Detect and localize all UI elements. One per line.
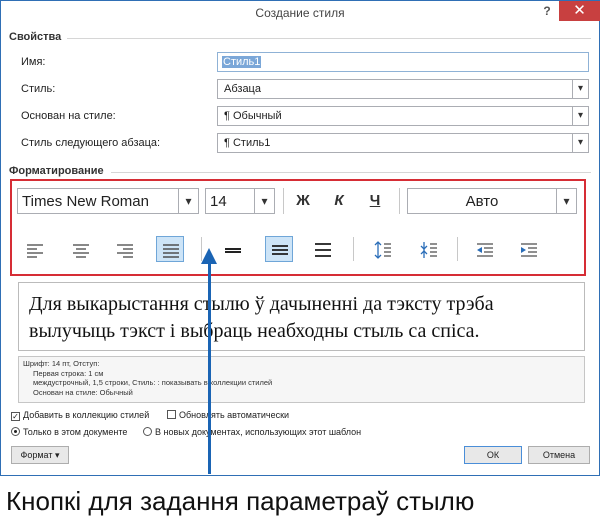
description-line: Первая строка: 1 см <box>33 368 104 378</box>
chevron-down-icon[interactable]: ▾ <box>178 189 198 213</box>
font-color-value: Авто <box>465 193 499 210</box>
font-value: Times New Roman <box>22 193 149 210</box>
create-style-dialog: Создание стиля ? ✕ Свойства Имя: Стиль1 … <box>0 0 600 476</box>
annotation-arrow-icon <box>201 248 217 264</box>
name-field[interactable]: Стиль1 <box>217 52 589 72</box>
toolbar-separator <box>399 188 400 214</box>
font-color-select[interactable]: Авто ▾ <box>407 188 577 214</box>
radio-selected-icon[interactable] <box>11 427 20 436</box>
font-size-value: 14 <box>210 193 227 210</box>
auto-update-label: Обновлять автоматически <box>179 410 290 420</box>
underline-button[interactable]: Ч <box>361 188 389 214</box>
toolbar-separator <box>283 188 284 214</box>
add-to-gallery-option[interactable]: ✓ Добавить в коллекцию стилей <box>11 410 149 421</box>
new-documents-option[interactable]: В новых документах, использующих этот ша… <box>143 427 361 437</box>
chevron-down-icon[interactable]: ▾ <box>572 134 588 152</box>
single-spacing-icon <box>225 248 241 253</box>
properties-section-title: Свойства <box>9 31 62 43</box>
font-size-select[interactable]: 14 ▾ <box>205 188 275 214</box>
chevron-down-icon[interactable]: ▾ <box>572 107 588 125</box>
formatting-divider <box>111 172 591 173</box>
font-select[interactable]: Times New Roman ▾ <box>17 188 199 214</box>
style-type-select[interactable]: Абзаца ▾ <box>217 79 589 99</box>
next-style-label: Стиль следующего абзаца: <box>21 137 161 149</box>
radio-unselected-icon[interactable] <box>143 427 152 436</box>
this-document-label: Только в этом документе <box>23 427 128 437</box>
annotation-pointer-line <box>208 262 211 474</box>
close-button[interactable]: ✕ <box>559 1 600 21</box>
bold-button[interactable]: Ж <box>289 188 317 214</box>
dialog-title: Создание стиля <box>255 6 345 20</box>
chevron-down-icon[interactable]: ▾ <box>556 189 576 213</box>
increase-indent-button[interactable] <box>515 237 543 263</box>
decrease-indent-icon <box>477 243 493 257</box>
help-button[interactable]: ? <box>537 2 557 22</box>
add-to-gallery-label: Добавить в коллекцию стилей <box>23 410 150 420</box>
based-on-label: Основан на стиле: <box>21 110 116 122</box>
style-description: Шрифт: 14 пт, Отступ: Первая строка: 1 с… <box>18 356 585 403</box>
chevron-down-icon[interactable]: ▾ <box>572 80 588 98</box>
align-left-icon <box>27 244 43 258</box>
new-documents-label: В новых документах, использующих этот ша… <box>155 427 362 437</box>
annotation-caption: Кнопкі для задання параметраў стылю <box>6 486 475 516</box>
description-line: Шрифт: 14 пт, Отступ: <box>23 359 100 368</box>
properties-divider <box>67 38 591 39</box>
italic-button[interactable]: К <box>325 188 353 214</box>
double-spacing-icon <box>315 243 331 257</box>
next-style-select[interactable]: ¶ Стиль1 ▾ <box>217 133 589 153</box>
style-type-label: Стиль: <box>21 83 56 95</box>
double-spacing-button[interactable] <box>309 237 337 263</box>
style-preview: Для выкарыстання стылю ў дачыненні да тэ… <box>18 282 585 351</box>
one-half-spacing-button[interactable] <box>265 236 293 262</box>
single-spacing-button[interactable] <box>219 237 247 263</box>
align-center-button[interactable] <box>67 237 95 263</box>
title-bar: Создание стиля ? ✕ <box>1 1 600 25</box>
one-half-spacing-icon <box>272 245 288 255</box>
align-right-button[interactable] <box>111 237 139 263</box>
decrease-paragraph-spacing-button[interactable] <box>415 237 443 263</box>
decrease-paragraph-spacing-icon <box>420 242 437 258</box>
name-label: Имя: <box>21 56 46 68</box>
toolbar-separator <box>353 237 354 261</box>
name-value: Стиль1 <box>222 56 262 68</box>
next-style-value: ¶ Стиль1 <box>224 137 271 149</box>
formatting-section-title: Форматирование <box>9 165 104 177</box>
format-button[interactable]: Формат ▾ <box>11 446 69 464</box>
based-on-value: ¶ Обычный <box>224 110 282 122</box>
increase-paragraph-spacing-icon <box>374 241 391 259</box>
based-on-select[interactable]: ¶ Обычный ▾ <box>217 106 589 126</box>
checkbox-unchecked-icon[interactable] <box>167 410 176 419</box>
ok-button[interactable]: ОК <box>464 446 522 464</box>
increase-indent-icon <box>521 243 537 257</box>
increase-paragraph-spacing-button[interactable] <box>369 237 397 263</box>
decrease-indent-button[interactable] <box>471 237 499 263</box>
align-left-button[interactable] <box>21 237 49 263</box>
align-justify-icon <box>163 244 179 258</box>
auto-update-option[interactable]: Обновлять автоматически <box>167 410 289 420</box>
description-line: междустрочный, 1,5 строки, Стиль: : пока… <box>33 378 273 387</box>
description-line: Основан на стиле: Обычный <box>33 387 133 397</box>
cancel-button[interactable]: Отмена <box>528 446 590 464</box>
toolbar-separator <box>457 237 458 261</box>
chevron-down-icon[interactable]: ▾ <box>254 189 274 213</box>
align-justify-button[interactable] <box>156 236 184 262</box>
checkbox-checked-icon[interactable]: ✓ <box>11 412 20 421</box>
align-center-icon <box>73 244 89 258</box>
style-type-value: Абзаца <box>224 83 261 95</box>
this-document-option[interactable]: Только в этом документе <box>11 427 127 437</box>
align-right-icon <box>117 244 133 258</box>
